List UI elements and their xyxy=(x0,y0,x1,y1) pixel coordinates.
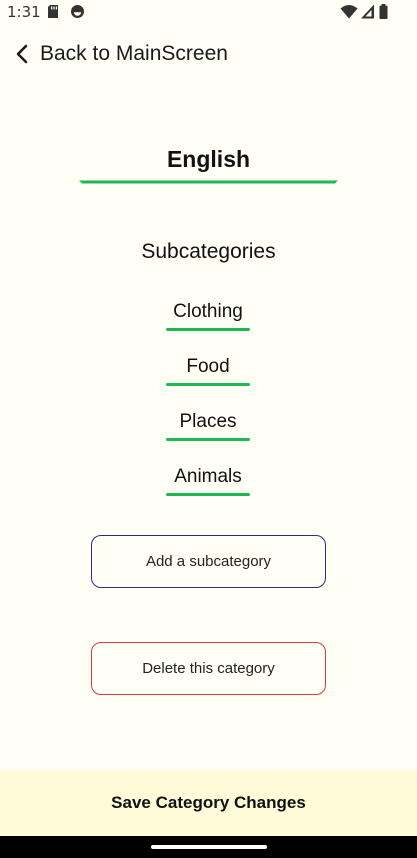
subcategory-field-places[interactable]: Places xyxy=(166,407,250,443)
subcategory-field-clothing[interactable]: Clothing xyxy=(166,297,250,333)
add-subcategory-button[interactable]: Add a subcategory xyxy=(91,535,326,588)
subcategory-underline xyxy=(166,383,250,386)
add-subcategory-label: Add a subcategory xyxy=(145,553,272,570)
subcategory-underline xyxy=(166,493,250,496)
wifi-icon xyxy=(340,5,358,19)
back-button-label: Back to MainScreen xyxy=(40,42,228,65)
subcategory-underline xyxy=(166,438,250,441)
navigation-bar xyxy=(0,836,417,858)
battery-icon xyxy=(379,4,388,19)
delete-category-button[interactable]: Delete this category xyxy=(91,642,326,695)
category-name-field[interactable]: English xyxy=(77,140,340,188)
chevron-left-icon xyxy=(16,44,28,64)
subcategory-label: Food xyxy=(186,356,230,377)
delete-category-label: Delete this category xyxy=(142,660,275,677)
subcategory-label: Clothing xyxy=(173,301,243,322)
sd-card-icon xyxy=(48,5,58,18)
subcategory-label: Places xyxy=(179,411,237,432)
save-category-changes-label: Save Category Changes xyxy=(111,793,306,812)
back-button[interactable]: Back to MainScreen xyxy=(14,36,228,72)
signal-icon xyxy=(361,4,374,19)
category-name: English xyxy=(166,146,251,172)
subcategories-heading: Subcategories xyxy=(141,240,276,263)
subcategory-field-food[interactable]: Food xyxy=(166,352,250,388)
subcategory-label: Animals xyxy=(174,466,242,487)
home-gesture-handle[interactable] xyxy=(151,845,267,849)
save-category-changes-button[interactable]: Save Category Changes xyxy=(0,770,417,836)
subcategory-underline xyxy=(166,328,250,331)
sync-icon xyxy=(71,5,84,18)
subcategory-field-animals[interactable]: Animals xyxy=(166,462,250,498)
status-time: 1:31 xyxy=(7,3,41,21)
status-bar: 1:31 xyxy=(0,0,417,26)
category-name-underline xyxy=(79,180,338,184)
